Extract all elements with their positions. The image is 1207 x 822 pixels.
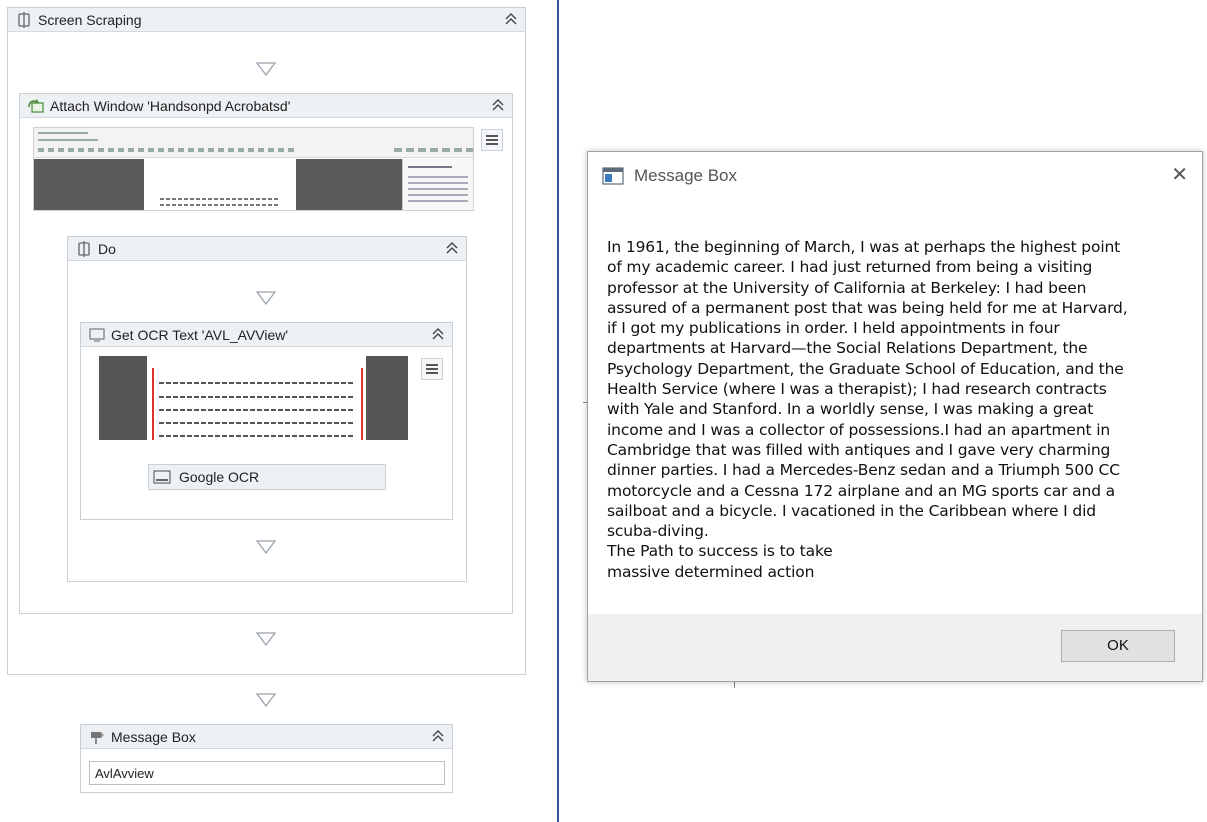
get-ocr-text-header[interactable]: Get OCR Text 'AVL_AVView' xyxy=(81,323,452,347)
ocr-engine-icon xyxy=(153,470,171,484)
panel-divider xyxy=(557,0,559,822)
google-ocr-label: Google OCR xyxy=(179,469,260,485)
flow-arrow-icon xyxy=(256,632,276,646)
window-icon xyxy=(602,167,624,185)
attach-window-menu-icon[interactable] xyxy=(481,129,503,151)
sequence-icon xyxy=(18,12,30,28)
monitor-icon xyxy=(89,328,105,342)
flow-arrow-icon xyxy=(256,62,276,76)
ok-button[interactable]: OK xyxy=(1061,630,1175,662)
collapse-icon[interactable] xyxy=(444,240,460,256)
collapse-icon[interactable] xyxy=(430,326,446,342)
attach-window-icon xyxy=(28,99,44,113)
collapse-icon[interactable] xyxy=(430,728,446,744)
sequence-icon xyxy=(78,241,90,257)
message-box-icon xyxy=(91,732,104,744)
message-box-dialog[interactable]: Message Box ✕ In 1961, the beginning of … xyxy=(587,151,1203,682)
flow-arrow-icon xyxy=(256,693,276,707)
message-box-text-value: AvlAvview xyxy=(95,766,154,781)
dialog-footer: OK xyxy=(588,614,1202,681)
flow-arrow-icon xyxy=(256,540,276,554)
message-box-text-input[interactable]: AvlAvview xyxy=(89,761,445,785)
close-icon[interactable]: ✕ xyxy=(1171,162,1188,186)
attach-window-header[interactable]: Attach Window 'Handsonpd Acrobatsd' xyxy=(20,94,512,118)
attach-window-screenshot xyxy=(33,127,474,211)
ocr-target-screenshot xyxy=(99,356,408,440)
google-ocr-engine[interactable]: Google OCR xyxy=(148,464,386,490)
dialog-title: Message Box xyxy=(634,166,737,185)
collapse-icon[interactable] xyxy=(503,11,519,27)
attach-window-title: Attach Window 'Handsonpd Acrobatsd' xyxy=(50,98,291,114)
message-box-activity-title: Message Box xyxy=(111,729,196,745)
background-guide-line xyxy=(734,682,735,688)
dialog-message-text: In 1961, the beginning of March, I was a… xyxy=(607,238,1128,581)
flow-arrow-icon xyxy=(256,291,276,305)
ocr-menu-icon[interactable] xyxy=(421,358,443,380)
do-title: Do xyxy=(98,241,116,257)
screen-scraping-header[interactable]: Screen Scraping xyxy=(8,8,525,32)
do-header[interactable]: Do xyxy=(68,237,466,261)
collapse-icon[interactable] xyxy=(490,97,506,113)
get-ocr-text-title: Get OCR Text 'AVL_AVView' xyxy=(111,327,289,343)
screen-scraping-title: Screen Scraping xyxy=(38,12,142,28)
message-box-header[interactable]: Message Box xyxy=(81,725,452,749)
message-box-activity[interactable]: Message Box AvlAvview xyxy=(80,724,453,793)
